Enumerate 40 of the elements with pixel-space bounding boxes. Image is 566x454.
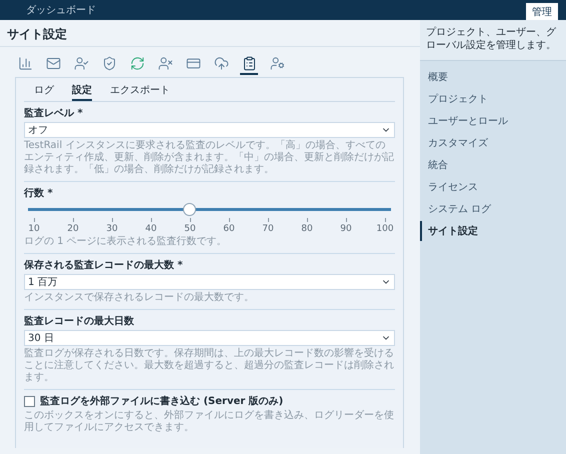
sub-tab[interactable]: ログ [34,81,54,101]
sidebar-item[interactable]: システム ログ [420,199,566,219]
field-label: 保存される監査レコードの最大数 * [24,258,184,272]
nav-tab[interactable]: 管理 [526,3,558,20]
tick-label: 20 [67,224,79,234]
sidebar-item[interactable]: プロジェクト [420,89,566,109]
nav-tab[interactable]: ダッシュボード [20,0,102,20]
field-description: 監査ログが保存される日数です。保存期間は、上の最大レコード数の影響を受けることに注意してください。最大数を超過すると、超過分の監査レコードは削除されます。 [24,348,395,384]
tick-label: 50 [184,224,196,234]
sidebar-item[interactable]: ユーザーとロール [420,111,566,131]
field-description: TestRail インスタンスに要求される監査のレベルです。「高」の場合、すべてのエンティティ作成、更新、削除が含まれます。「中」の場合、更新と削除だけが記録されます。「低」の場合、削除だけが記録されます。 [24,140,395,176]
select-field[interactable]: オフ [24,122,395,138]
field-label: 監査レコードの最大日数 [24,314,135,328]
field-label: 行数 * [24,186,54,200]
field-label: 監査レベル * [24,106,84,120]
page-title: サイト設定 [0,20,420,47]
tick-label: 40 [145,224,157,234]
select-field[interactable]: 1 百万 [24,274,395,290]
checkbox-label: 監査ログを外部ファイルに書き込む (Server 版のみ) [40,394,284,408]
sidebar-item[interactable]: 統合 [420,155,566,175]
field-description: インスタンスで保存されるレコードの最大数です。 [24,292,255,304]
sidebar-item[interactable]: ライセンス [420,177,566,197]
tick-label: 80 [301,224,313,234]
sub-tab[interactable]: 設定 [72,81,92,101]
sub-tab[interactable]: エクスポート [110,81,170,101]
tick-label: 70 [262,224,274,234]
checkbox[interactable] [24,396,35,406]
tick-label: 90 [340,224,352,234]
sidebar-item[interactable]: カスタマイズ [420,133,566,153]
tick-label: 30 [106,224,118,234]
tick-label: 100 [376,224,394,234]
sidebar-item[interactable]: 概要 [420,67,566,87]
tick-label: 60 [223,224,235,234]
select-field[interactable]: 30 日 [24,330,395,346]
slider-thumb[interactable] [183,203,196,216]
field-description: このボックスをオンにすると、外部ファイルにログを書き込み、ログリーダーを使用してファイルにアクセスできます。 [24,410,395,434]
sidebar-description: プロジェクト、ユーザー、グローバル設定を管理します。 [420,20,566,61]
field-description: ログの 1 ページに表示される監査行数です。 [24,236,228,248]
sidebar-item[interactable]: サイト設定 [420,221,566,241]
tick-label: 10 [28,224,40,234]
